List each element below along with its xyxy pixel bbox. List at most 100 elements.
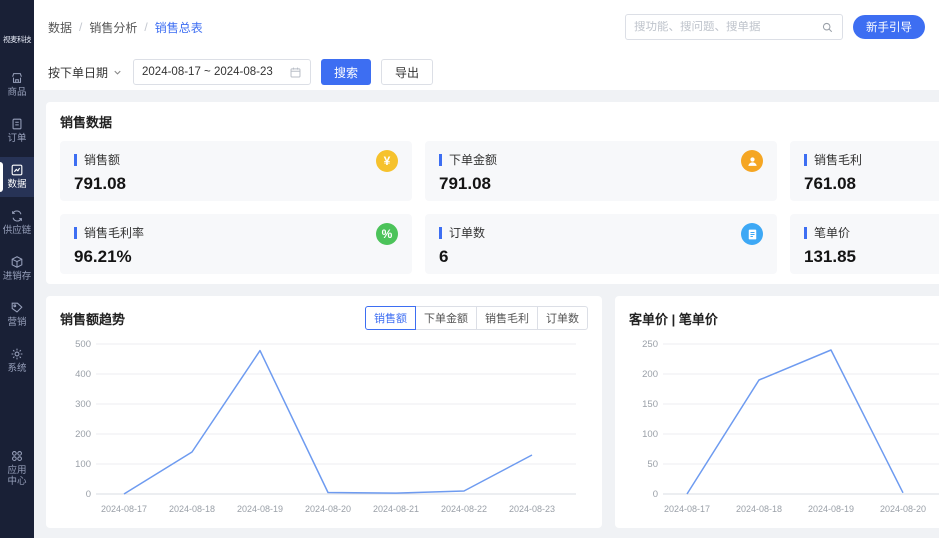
svg-text:2024-08-17: 2024-08-17 [101,504,147,514]
metric-label: 下单金额 [439,151,763,168]
page-header: 数据 / 销售分析 / 销售总表 新手引导 [34,0,939,54]
sidebar-nav: 商品订单数据供应链进销存营销系统 [0,65,34,386]
line-chart-svg: 0 50 100 150 200 250 2024-08-17 2024-08-18 2024-… [642,339,939,514]
global-search-box[interactable] [625,14,843,40]
date-range-input[interactable]: 2024-08-17 ~ 2024-08-23 [133,59,312,85]
app-logo: 视麦科技 [3,35,32,44]
sales-data-card: 销售数据 销售额 ¥791.08 下单金额 791.08 销售毛利 761.08 销售毛利率… [46,102,939,284]
label-accent-bar [439,153,442,166]
settings-icon [10,347,24,361]
label-accent-bar [439,226,442,239]
guide-button[interactable]: 新手引导 [853,15,925,39]
sales-card-title: 销售数据 [60,115,113,130]
svg-text:200: 200 [75,429,91,440]
breadcrumb-item[interactable]: 销售总表 [155,19,203,36]
date-range-value: 2024-08-17 ~ 2024-08-23 [142,66,273,78]
main-column: 数据/销售分析/销售总表 新手引导 按下单日期 2024-08-17 ~ [34,0,939,538]
sidebar-item-marketing[interactable]: 营销 [0,295,34,335]
svg-text:2024-08-21: 2024-08-21 [373,504,419,514]
sidebar: 视麦科技 商品订单数据供应链进销存营销系统 应用中心 [0,0,34,538]
unit-price-title: 客单价 | 笔单价 [629,311,718,327]
metric-tile: 下单金额 791.08 [425,141,777,201]
sidebar-item-label: 系统 [7,362,27,374]
unit-price-chart: 0 50 100 150 200 250 2024-08-17 2024-08-18 2024-… [629,332,939,523]
content-area: 销售数据 销售额 ¥791.08 下单金额 791.08 销售毛利 761.08 销售毛利率… [34,90,939,538]
sidebar-item-inventory[interactable]: 进销存 [0,249,34,289]
chart-icon [10,163,24,177]
metric-tile: 销售毛利率% 96.21% [60,214,412,274]
metric-value: 791.08 [439,174,491,193]
user-circle-icon [741,150,763,172]
svg-text:250: 250 [642,339,658,350]
metric-tile: 销售毛利 761.08 [790,141,939,201]
sidebar-bottom: 应用中心 [0,443,34,500]
svg-text:2024-08-19: 2024-08-19 [237,504,283,514]
svg-text:2024-08-18: 2024-08-18 [169,504,215,514]
sidebar-item-label: 营销 [7,316,27,328]
breadcrumb-item[interactable]: 销售分析 [89,19,137,36]
sidebar-item-label: 订单 [7,132,27,144]
metric-label: 销售毛利 [804,151,939,168]
sidebar-item-settings[interactable]: 系统 [0,341,34,381]
metric-value: 131.85 [804,247,856,266]
metric-tile: 销售额 ¥791.08 [60,141,412,201]
search-input[interactable] [634,21,821,33]
sales-trend-title: 销售额趋势 [60,311,126,327]
export-button[interactable]: 导出 [381,59,434,85]
sidebar-item-label: 商品 [7,87,27,98]
svg-text:2024-08-23: 2024-08-23 [509,504,555,514]
chart-tab[interactable]: 下单金额 [415,306,477,330]
metric-label: 销售毛利率 [74,224,398,241]
unit-price-card: 客单价 | 笔单价 0 50 100 150 200 250 2024-08-17 2024-… [615,296,939,528]
app-root: 视麦科技 商品 订单 数据 供应链 进销存 营销 系统 应用中心 数据 / 销售分析 / 销售总表 … [0,0,939,538]
sidebar-item-chart[interactable]: 数据 [0,156,34,197]
document-circle-icon [741,223,763,245]
svg-text:200: 200 [642,369,658,380]
line-chart-svg: 0 100 200 300 400 500 2024-08-17 2024-08-18 2024… [75,339,576,514]
chart-tab[interactable]: 订单数 [537,306,588,330]
svg-text:100: 100 [642,429,658,440]
svg-text:50: 50 [647,459,658,470]
chart-tab[interactable]: 销售额 [365,306,416,330]
supply-chain-icon [10,209,24,223]
marketing-icon [10,301,24,315]
sidebar-item-label: 供应链 [2,224,32,236]
sidebar-item-supply-chain[interactable]: 供应链 [0,203,34,243]
svg-text:2024-08-20: 2024-08-20 [880,504,926,514]
svg-text:150: 150 [642,399,658,410]
percent-circle-icon: % [376,223,398,245]
metric-tile: 订单数 6 [425,214,777,274]
svg-text:2024-08-18: 2024-08-18 [736,504,782,514]
svg-text:100: 100 [75,459,91,470]
svg-text:400: 400 [75,369,91,380]
search-icon [821,21,834,34]
chevron-down-icon [112,67,123,78]
sidebar-item-app-center[interactable]: 应用中心 [0,443,34,494]
svg-text:2024-08-19: 2024-08-19 [808,504,854,514]
svg-text:2024-08-20: 2024-08-20 [305,504,351,514]
metric-value: 6 [439,247,449,266]
sidebar-item-label: 数据 [7,178,27,190]
svg-text:0: 0 [653,489,658,500]
breadcrumb-item[interactable]: 数据 [48,19,72,36]
sidebar-item-order[interactable]: 订单 [0,111,34,151]
chart-tab[interactable]: 销售毛利 [476,306,538,330]
yen-circle-icon: ¥ [376,150,398,172]
sidebar-item-label: 进销存 [2,270,32,282]
svg-text:500: 500 [75,339,91,350]
inventory-icon [10,255,24,269]
order-icon [10,117,24,131]
breadcrumb-separator: / [144,20,148,34]
sidebar-item-label: 应用中心 [7,465,27,488]
header-right: 新手引导 [625,14,925,40]
label-accent-bar [804,226,807,239]
sales-trend-chart: 0 100 200 300 400 500 2024-08-17 2024-08-18 2024… [60,332,588,523]
unit-price-header: 客单价 | 笔单价 [629,306,939,330]
label-accent-bar [74,153,77,166]
metric-value: 96.21% [74,247,132,266]
date-type-select[interactable]: 按下单日期 [48,64,123,81]
metric-tile: 笔单价 131.85 [790,214,939,274]
search-button[interactable]: 搜索 [321,59,372,85]
sidebar-item-store[interactable]: 商品 [0,65,34,105]
svg-text:300: 300 [75,399,91,410]
